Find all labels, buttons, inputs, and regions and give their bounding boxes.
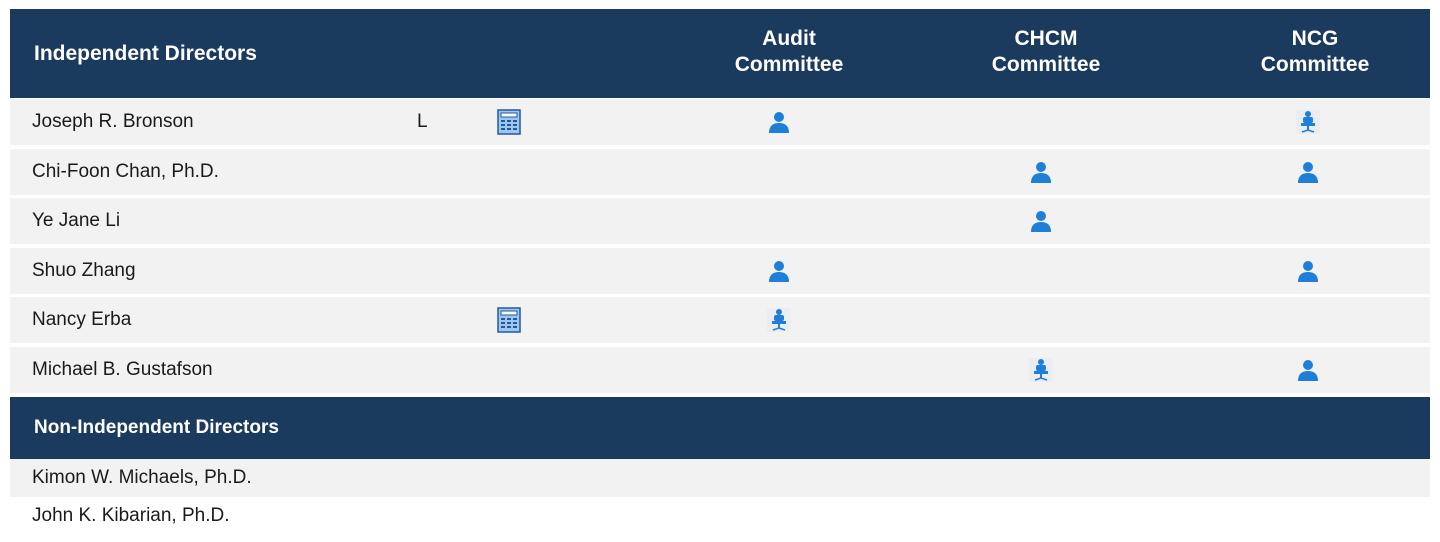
director-name: Chi-Foon Chan, Ph.D.: [32, 160, 219, 182]
audit-committee-header: Audit Committee: [734, 27, 844, 76]
table-header: Independent Directors Audit Committee CH…: [10, 9, 1430, 98]
person-icon: [767, 110, 791, 134]
table-row: Kimon W. Michaels, Ph.D.: [10, 459, 1430, 497]
director-name: Shuo Zhang: [32, 259, 136, 281]
director-name: Michael B. Gustafson: [32, 358, 213, 380]
director-name: Ye Jane Li: [32, 210, 121, 231]
table-row: Shuo Zhang: [10, 247, 1430, 294]
table-row: Ye Jane Li: [10, 198, 1430, 244]
table-row: Nancy Erba: [10, 297, 1430, 343]
ncg-committee-header: NCG Committee: [1260, 27, 1370, 76]
person-icon: [1296, 358, 1320, 382]
calculator-icon: [497, 307, 521, 333]
lead-director-marker: L: [417, 111, 428, 132]
person-icon: [1296, 259, 1320, 283]
chair-icon: [767, 308, 791, 332]
table-row: John K. Kibarian, Ph.D.: [10, 497, 1430, 535]
director-name: John K. Kibarian, Ph.D.: [32, 505, 230, 526]
calculator-icon: [497, 109, 521, 135]
chair-icon: [1029, 357, 1053, 382]
table-row: Joseph R. Bronson L: [10, 99, 1430, 145]
director-name: Kimon W. Michaels, Ph.D.: [32, 467, 252, 488]
person-icon: [1296, 160, 1320, 184]
independent-directors-heading: Independent Directors: [34, 41, 257, 65]
director-name: Nancy Erba: [32, 309, 132, 330]
table-row: Michael B. Gustafson: [10, 346, 1430, 393]
person-icon: [1029, 160, 1053, 184]
person-icon: [1029, 209, 1053, 233]
non-independent-directors-heading: Non-Independent Directors: [34, 417, 279, 438]
table-row: Chi-Foon Chan, Ph.D.: [10, 148, 1430, 195]
chair-icon: [1296, 110, 1320, 134]
person-icon: [767, 259, 791, 283]
board-committee-table: Independent Directors Audit Committee CH…: [0, 0, 1440, 542]
non-independent-section-header: Non-Independent Directors: [10, 397, 1430, 459]
chcm-committee-header: CHCM Committee: [991, 27, 1101, 76]
director-name: Joseph R. Bronson: [32, 111, 194, 132]
